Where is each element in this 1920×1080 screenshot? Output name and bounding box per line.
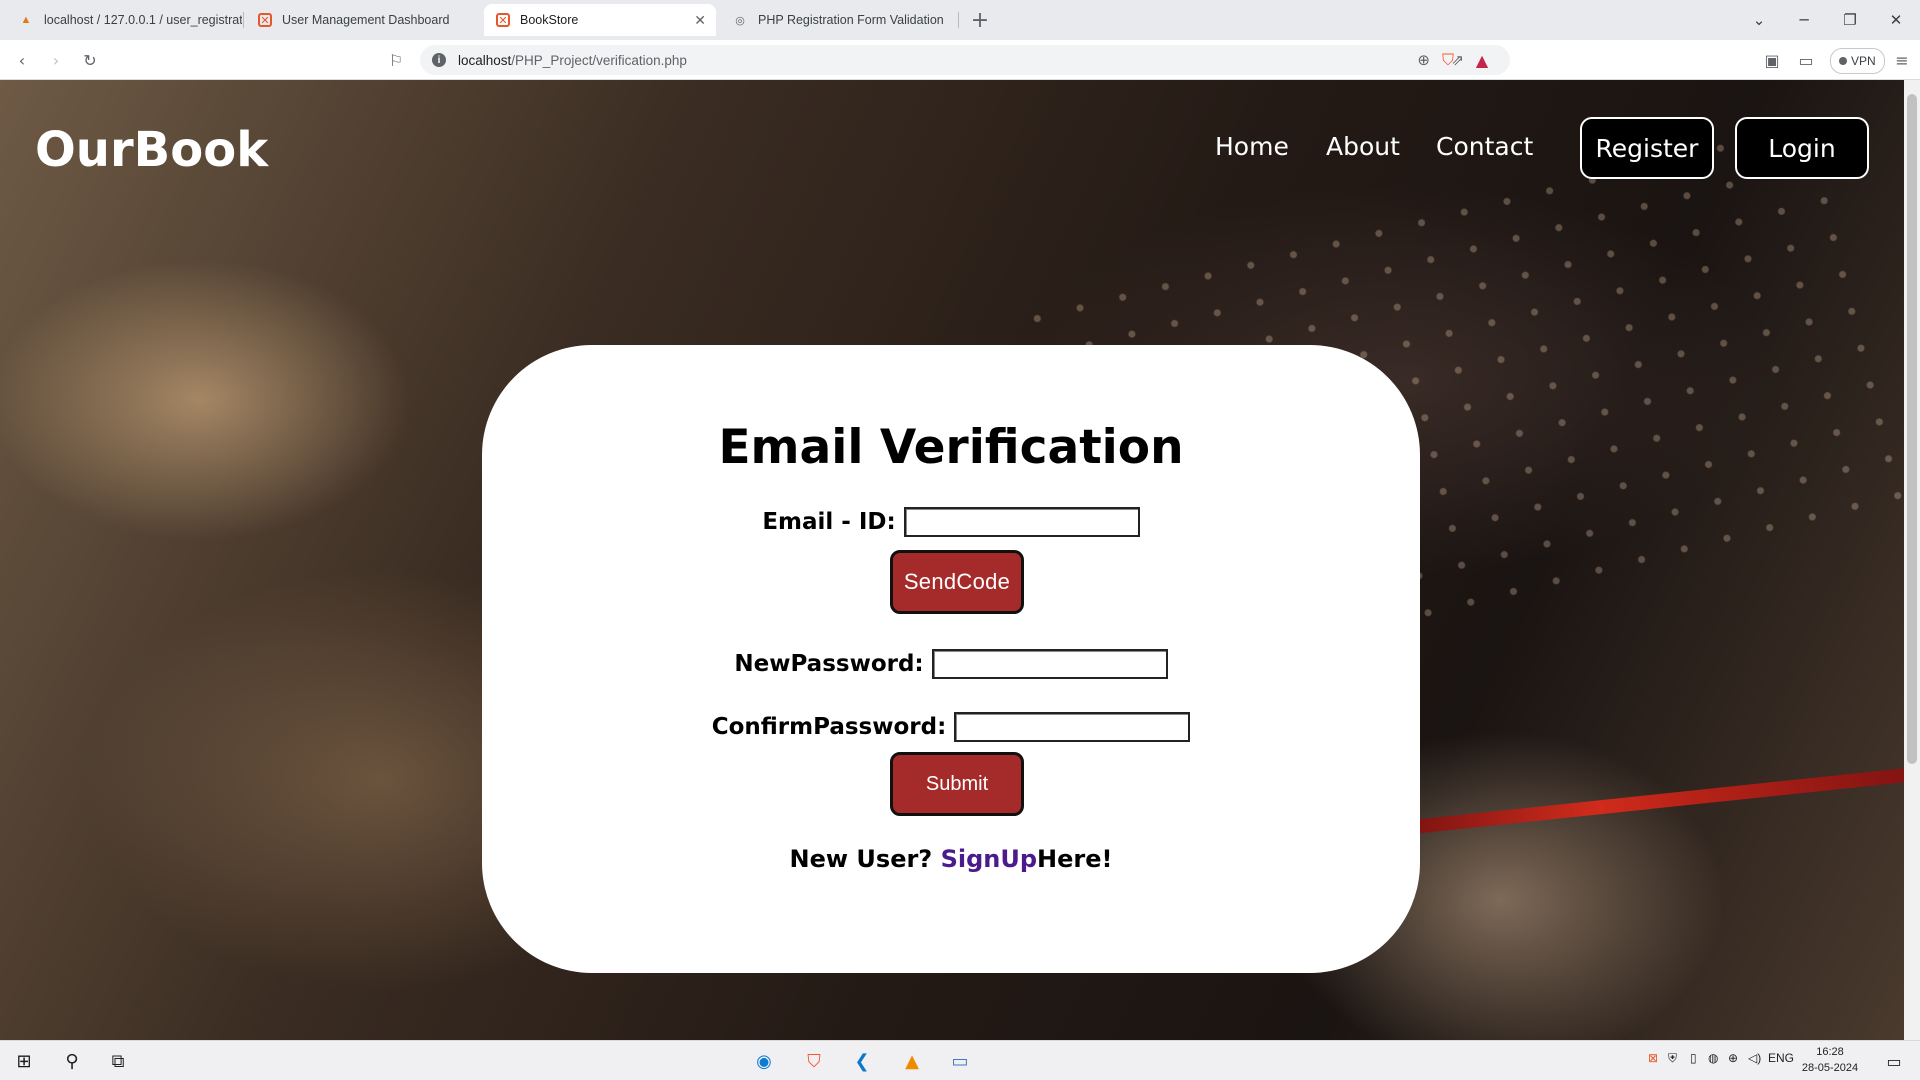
signup-link[interactable]: SignUp (941, 845, 1037, 873)
windows-taskbar: ⊞ ⚲ ⧉ ◉ ⛉ ❮ ▲ ▭ ⊠ ⛨ ▯ ◍ ⊕ ◁) ENG 16:28 2… (0, 1040, 1920, 1080)
volume-icon[interactable]: ◁) (1748, 1051, 1761, 1065)
send-code-button[interactable]: SendCode (890, 550, 1024, 614)
tab-title: PHP Registration Form Validation (758, 13, 944, 27)
send-code-row: SendCode (482, 550, 1420, 614)
submit-row: Submit (482, 752, 1420, 816)
forward-icon[interactable]: › (44, 48, 68, 72)
tab-strip: ▲ localhost / 127.0.0.1 / user_registrat… (0, 0, 1920, 40)
bookmark-icon[interactable]: ⚐ (384, 48, 408, 72)
xampp-tray-icon[interactable]: ⊠ (1648, 1051, 1658, 1065)
email-field[interactable] (903, 507, 1140, 537)
page-scrollbar[interactable] (1904, 80, 1920, 1040)
vscode-icon[interactable]: ❮ (848, 1047, 876, 1075)
clock[interactable]: 16:28 28-05-2024 (1800, 1044, 1860, 1076)
xampp-icon: ✕ (258, 13, 272, 27)
restore-button[interactable]: ❐ (1832, 6, 1868, 34)
scroll-thumb[interactable] (1907, 94, 1917, 764)
brave-icon[interactable]: ⛉ (800, 1047, 828, 1075)
confirm-password-row: ConfirmPassword: (482, 712, 1420, 742)
tab-bookstore[interactable]: ✕ BookStore ✕ (484, 4, 716, 36)
tab-title: User Management Dashboard (282, 13, 450, 27)
globe-icon: ◎ (735, 14, 745, 27)
computer-icon[interactable]: ▭ (946, 1047, 974, 1075)
new-tab-button[interactable]: + (966, 6, 994, 34)
xampp-icon: ✕ (496, 13, 510, 27)
language-indicator[interactable]: ENG (1768, 1051, 1794, 1065)
signup-suffix: Here! (1037, 845, 1113, 873)
brave-rewards-icon[interactable]: ▲ (1470, 48, 1494, 72)
tab-phpmyadmin[interactable]: ▲ localhost / 127.0.0.1 / user_registrat… (6, 4, 242, 36)
email-row: Email - ID: (482, 507, 1420, 537)
verification-card: Email Verification Email - ID: SendCode … (482, 345, 1420, 973)
sidebar-icon[interactable]: ▣ (1760, 48, 1784, 72)
address-bar[interactable]: i localhost/PHP_Project/verification.php… (420, 45, 1510, 75)
tab-user-management[interactable]: ✕ User Management Dashboard (246, 4, 482, 36)
tab-search-icon[interactable]: ⌄ (1741, 6, 1777, 34)
tab-php-registration[interactable]: ◎ PHP Registration Form Validation (720, 4, 956, 36)
page-viewport: OurBook Home About Contact Register Logi… (0, 80, 1904, 1040)
battery-icon[interactable]: ▯ (1690, 1051, 1697, 1065)
vpn-button[interactable]: VPN (1830, 48, 1885, 74)
close-window-button[interactable]: ✕ (1878, 6, 1914, 34)
tab-title: localhost / 127.0.0.1 / user_registratio (44, 13, 242, 27)
browser-toolbar: ‹ › ↻ ⚐ i localhost/PHP_Project/verifica… (0, 40, 1920, 80)
tab-title: BookStore (520, 13, 579, 27)
task-view-icon[interactable]: ⧉ (104, 1047, 132, 1075)
reload-icon[interactable]: ↻ (78, 48, 102, 72)
menu-icon[interactable]: ≡ (1890, 48, 1914, 72)
new-password-row: NewPassword: (482, 649, 1420, 679)
nav-about[interactable]: About (1326, 132, 1400, 161)
background-pen (1390, 767, 1904, 837)
plus-icon: + (970, 7, 990, 33)
security-tray-icon[interactable]: ⛨ (1668, 1051, 1677, 1066)
windows-start-icon[interactable]: ⊞ (10, 1047, 38, 1075)
new-password-label: NewPassword: (734, 651, 924, 677)
search-icon[interactable]: ⚲ (58, 1047, 86, 1075)
clock-date: 28-05-2024 (1801, 1062, 1859, 1074)
address-url: localhost/PHP_Project/verification.php (458, 52, 687, 68)
phpmyadmin-icon: ▲ (20, 14, 32, 26)
site-logo[interactable]: OurBook (35, 122, 268, 178)
close-icon[interactable]: ✕ (694, 12, 706, 29)
wallet-icon[interactable]: ▭ (1794, 48, 1818, 72)
register-button[interactable]: Register (1580, 117, 1714, 179)
signup-text: New User? SignUpHere! (790, 845, 1113, 873)
network-icon[interactable]: ◍ (1708, 1051, 1718, 1065)
brave-shield-icon[interactable]: ⛉ (1436, 48, 1460, 72)
zoom-icon[interactable]: ⊕ (1417, 51, 1430, 69)
nav-home[interactable]: Home (1215, 132, 1289, 161)
submit-button[interactable]: Submit (890, 752, 1024, 816)
minimize-button[interactable]: ─ (1786, 6, 1822, 34)
clock-time: 16:28 (1816, 1046, 1844, 1058)
wifi-icon[interactable]: ⊕ (1728, 1051, 1738, 1065)
nav-contact[interactable]: Contact (1436, 132, 1533, 161)
signup-prefix: New User? (789, 845, 941, 873)
site-info-icon[interactable]: i (432, 53, 446, 67)
vlc-icon[interactable]: ▲ (898, 1047, 926, 1075)
vpn-status-icon (1839, 57, 1847, 65)
login-button[interactable]: Login (1735, 117, 1869, 179)
back-icon[interactable]: ‹ (10, 48, 34, 72)
new-password-field[interactable] (931, 649, 1168, 679)
email-label: Email - ID: (762, 509, 896, 535)
notification-icon[interactable]: ▭ (1880, 1047, 1908, 1075)
confirm-password-field[interactable] (954, 712, 1191, 742)
edge-icon[interactable]: ◉ (750, 1047, 778, 1075)
signup-row: New User? SignUpHere! (482, 845, 1420, 873)
page-title: Email Verification (718, 420, 1184, 475)
confirm-password-label: ConfirmPassword: (711, 714, 947, 740)
